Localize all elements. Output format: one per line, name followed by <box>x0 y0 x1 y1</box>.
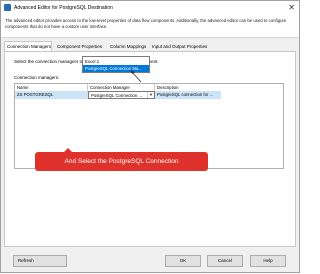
callout-text: And Select the PostgreSQL Connection <box>64 158 179 165</box>
help-button[interactable]: Help <box>250 255 286 267</box>
ok-button[interactable]: OK <box>165 255 201 267</box>
ok-button-label: OK <box>179 258 187 263</box>
cancel-button[interactable]: Cancel <box>207 255 243 267</box>
callout-pointer <box>130 70 142 83</box>
instruction-callout: And Select the PostgreSQL Connection <box>35 152 208 171</box>
refresh-button[interactable]: Refresh <box>13 255 67 267</box>
help-button-label: Help <box>263 258 273 263</box>
refresh-button-label: Refresh <box>18 258 34 263</box>
cancel-button-label: Cancel <box>217 258 232 263</box>
advanced-editor-window: Advanced Editor for PostgreSQL Destinati… <box>0 0 300 273</box>
